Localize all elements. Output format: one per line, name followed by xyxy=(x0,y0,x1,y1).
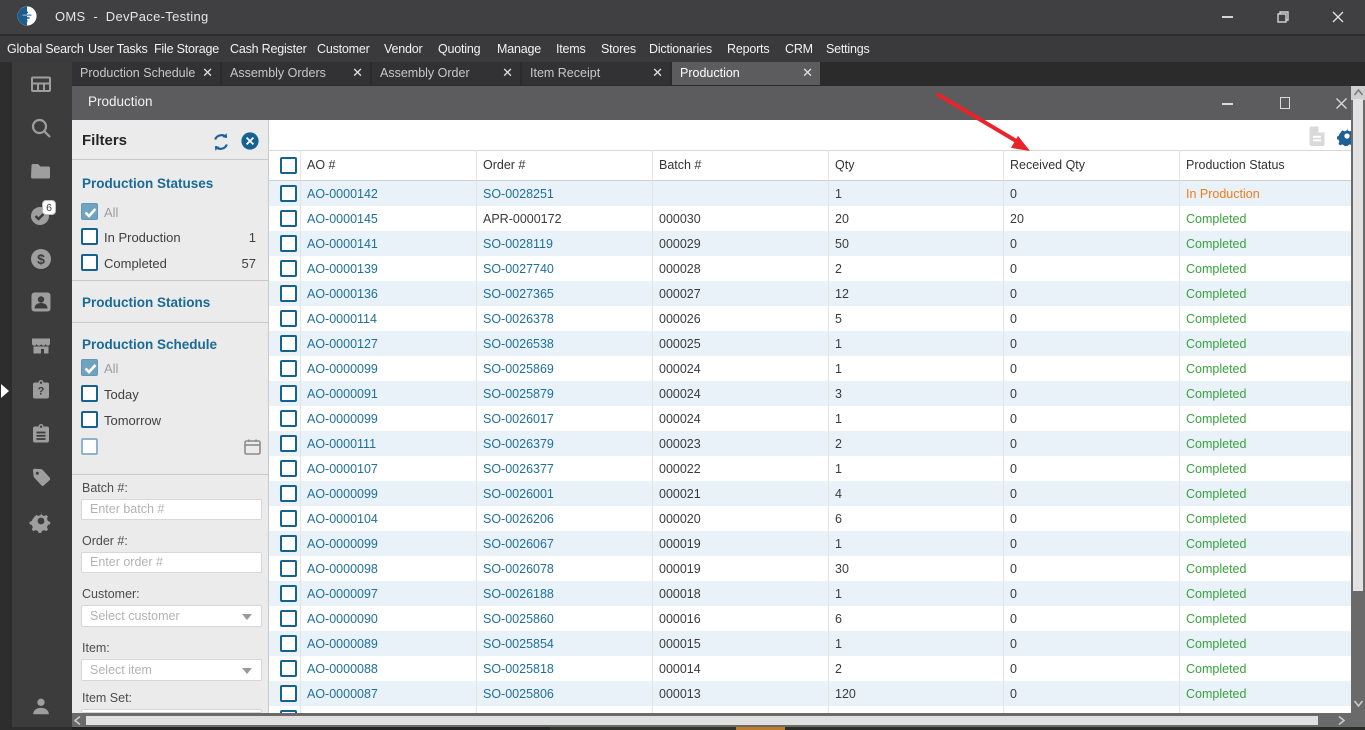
svg-text:$: $ xyxy=(37,251,45,267)
svg-text:?: ? xyxy=(38,386,45,398)
